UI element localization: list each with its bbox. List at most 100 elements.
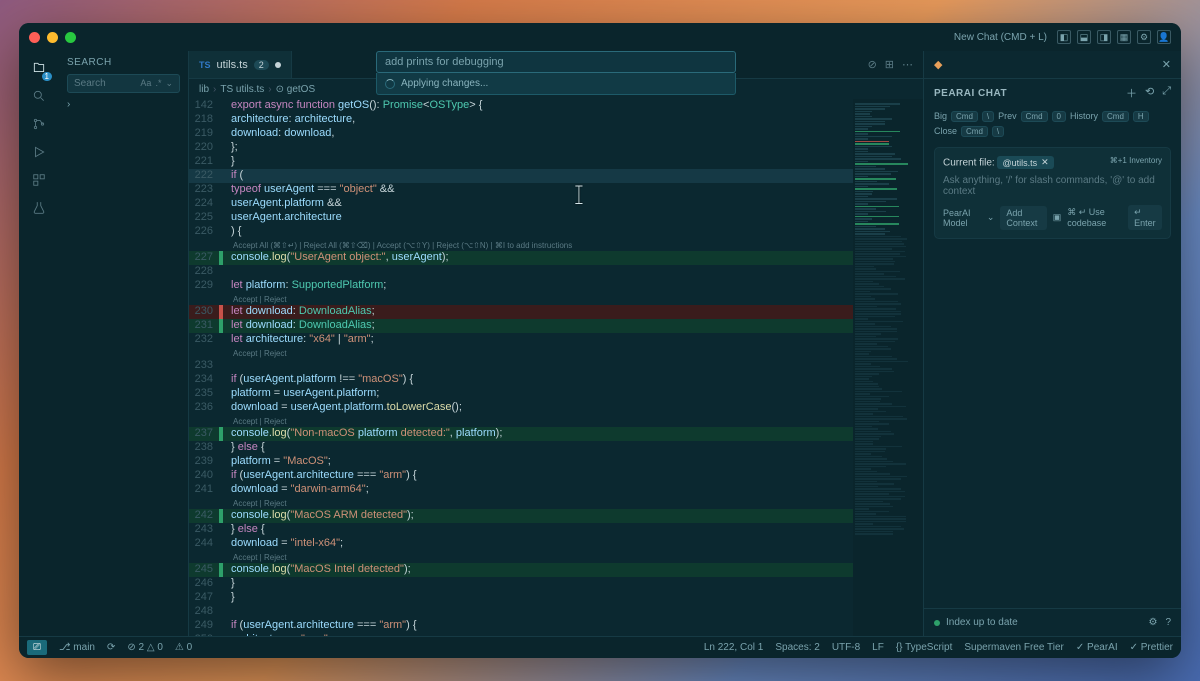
git-branch[interactable]: ⎇ main <box>59 642 95 653</box>
expand-icon[interactable]: ⤢ <box>1162 85 1171 101</box>
codelens[interactable]: Accept All (⌘⇧↵) | Reject All (⌘⇧⌫) | Ac… <box>189 239 853 251</box>
code-line[interactable]: 245 console.log("MacOS Intel detected"); <box>189 563 853 577</box>
toggle-secondary-icon[interactable]: ◨ <box>1097 30 1111 44</box>
code-line[interactable]: 220 }; <box>189 141 853 155</box>
search-icon[interactable] <box>28 85 50 107</box>
toggle-sidebar-icon[interactable]: ◧ <box>1057 30 1071 44</box>
source-control-icon[interactable] <box>28 113 50 135</box>
codelens[interactable]: Accept | Reject <box>189 415 853 427</box>
codelens[interactable]: Accept | Reject <box>189 497 853 509</box>
code-line[interactable]: 229 let platform: SupportedPlatform; <box>189 279 853 293</box>
code-line[interactable]: 142export async function getOS(): Promis… <box>189 99 853 113</box>
cursor-position[interactable]: Ln 222, Col 1 <box>704 642 764 653</box>
code-line[interactable]: 231 let download: DownloadAlias; <box>189 319 853 333</box>
code-line[interactable]: 230 let download: DownloadAlias; <box>189 305 853 319</box>
codelens[interactable]: Accept | Reject <box>189 293 853 305</box>
code-line[interactable]: 222 if ( <box>189 169 853 183</box>
sync-icon[interactable]: ⟳ <box>107 642 115 653</box>
pearai-status[interactable]: ✓ PearAI <box>1076 642 1118 653</box>
pearai-panel: ◆ ✕ PEARAI CHAT ＋ ⟲ ⤢ BigCmd\PrevCmd0His… <box>923 51 1181 636</box>
code-line[interactable]: 225 userAgent.architecture <box>189 211 853 225</box>
remote-icon[interactable]: ⎚ <box>27 640 47 655</box>
warnings[interactable]: ⚠ 0 <box>175 642 192 653</box>
tab-utils[interactable]: TS utils.ts 2 <box>189 51 292 78</box>
enter-button[interactable]: ↵ Enter <box>1128 205 1162 230</box>
code-line[interactable]: 236 download = userAgent.platform.toLowe… <box>189 401 853 415</box>
new-chat-hint[interactable]: New Chat (CMD + L) <box>954 32 1047 43</box>
code-line[interactable]: 248 <box>189 605 853 619</box>
regex-icon[interactable]: .* <box>155 78 161 89</box>
close-panel-icon[interactable]: ✕ <box>1162 58 1171 71</box>
encoding[interactable]: UTF-8 <box>832 642 860 653</box>
file-chip[interactable]: @utils.ts ✕ <box>997 156 1053 169</box>
extensions-icon[interactable] <box>28 169 50 191</box>
profile-icon[interactable]: 👤 <box>1157 30 1171 44</box>
code-line[interactable]: 250 architecture = "arm"; <box>189 633 853 636</box>
image-icon[interactable]: ▣ <box>1053 212 1062 223</box>
grid-icon[interactable]: ▦ <box>1117 30 1131 44</box>
model-selector[interactable]: PearAI Model <box>943 208 981 228</box>
code-line[interactable]: 235 platform = userAgent.platform; <box>189 387 853 401</box>
prettier-status[interactable]: ✓ Prettier <box>1130 642 1173 653</box>
codelens[interactable]: Accept | Reject <box>189 347 853 359</box>
code-line[interactable]: 232 let architecture: "x64" | "arm"; <box>189 333 853 347</box>
code-line[interactable]: 221 } <box>189 155 853 169</box>
code-line[interactable]: 233 <box>189 359 853 373</box>
test-icon[interactable] <box>28 197 50 219</box>
ts-icon: TS <box>199 60 211 70</box>
code-line[interactable]: 242 console.log("MacOS ARM detected"); <box>189 509 853 523</box>
codelens[interactable]: Accept | Reject <box>189 551 853 563</box>
codebase-hint: ⌘ ↵ Use codebase <box>1067 207 1122 228</box>
gear-icon[interactable]: ⚙ <box>1137 30 1151 44</box>
search-sidebar: SEARCH Search Aa .* ⌄ › <box>59 51 189 636</box>
minimize-window[interactable] <box>47 32 58 43</box>
code-line[interactable]: 234 if (userAgent.platform !== "macOS") … <box>189 373 853 387</box>
code-line[interactable]: 241 download = "darwin-arm64"; <box>189 483 853 497</box>
pear-title: PEARAI CHAT <box>934 88 1007 99</box>
minimap[interactable] <box>853 99 923 636</box>
revert-icon[interactable]: ⊘ <box>868 58 877 71</box>
code-line[interactable]: 243 } else { <box>189 523 853 537</box>
code-line[interactable]: 239 platform = "MacOS"; <box>189 455 853 469</box>
code-line[interactable]: 223 typeof userAgent === "object" && <box>189 183 853 197</box>
chat-input[interactable]: Ask anything, '/' for slash commands, '@… <box>943 175 1162 197</box>
code-line[interactable]: 224 userAgent.platform && <box>189 197 853 211</box>
eol[interactable]: LF <box>872 642 884 653</box>
code-line[interactable]: 219 download: download, <box>189 127 853 141</box>
search-details-toggle[interactable]: › <box>67 99 180 110</box>
split-icon[interactable]: ⊞ <box>885 58 894 71</box>
code-editor[interactable]: 142export async function getOS(): Promis… <box>189 99 923 636</box>
code-line[interactable]: 238 } else { <box>189 441 853 455</box>
problems[interactable]: ⊘ 2 △ 0 <box>127 642 163 653</box>
code-line[interactable]: 227 console.log("UserAgent object:", use… <box>189 251 853 265</box>
editor-group: Applying changes... TS utils.ts 2 ⊘ ⊞ ⋯ … <box>189 51 923 636</box>
toggle-panel-icon[interactable]: ⬓ <box>1077 30 1091 44</box>
search-input[interactable]: Search Aa .* ⌄ <box>67 74 180 93</box>
word-icon[interactable]: ⌄ <box>165 78 173 89</box>
help-icon[interactable]: ? <box>1165 617 1171 628</box>
code-line[interactable]: 249 if (userAgent.architecture === "arm"… <box>189 619 853 633</box>
code-line[interactable]: 240 if (userAgent.architecture === "arm"… <box>189 469 853 483</box>
shortcut-hints: BigCmd\PrevCmd0HistoryCmdHCloseCmd\ <box>924 107 1181 141</box>
run-debug-icon[interactable] <box>28 141 50 163</box>
add-context-button[interactable]: Add Context <box>1000 206 1046 230</box>
code-line[interactable]: 218 architecture: architecture, <box>189 113 853 127</box>
new-chat-icon[interactable]: ＋ <box>1126 85 1137 101</box>
match-case-icon[interactable]: Aa <box>140 78 151 89</box>
code-line[interactable]: 226 ) { <box>189 225 853 239</box>
settings-icon[interactable]: ⚙ <box>1148 617 1157 628</box>
explorer-icon[interactable]: 1 <box>28 57 50 79</box>
palette-input[interactable] <box>376 51 736 73</box>
more-icon[interactable]: ⋯ <box>902 58 913 71</box>
code-line[interactable]: 228 <box>189 265 853 279</box>
code-line[interactable]: 246 } <box>189 577 853 591</box>
history-icon[interactable]: ⟲ <box>1145 85 1154 101</box>
supermaven[interactable]: Supermaven Free Tier <box>964 642 1064 653</box>
code-line[interactable]: 247 } <box>189 591 853 605</box>
code-line[interactable]: 237 console.log("Non-macOS platform dete… <box>189 427 853 441</box>
code-line[interactable]: 244 download = "intel-x64"; <box>189 537 853 551</box>
indent[interactable]: Spaces: 2 <box>775 642 819 653</box>
language[interactable]: {} TypeScript <box>896 642 953 653</box>
close-window[interactable] <box>29 32 40 43</box>
maximize-window[interactable] <box>65 32 76 43</box>
